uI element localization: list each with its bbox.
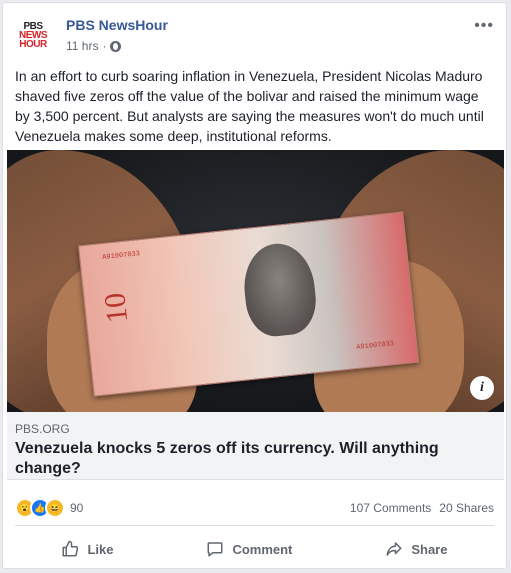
meta-separator: · — [102, 39, 107, 53]
more-options-icon[interactable]: ••• — [474, 17, 494, 35]
actions-divider — [15, 525, 494, 526]
post-timestamp[interactable]: 11 hrs — [66, 39, 98, 53]
comment-button[interactable]: Comment — [206, 540, 292, 558]
logo-line-3: HOUR — [19, 38, 47, 50]
bill-serial-top: A91007033 — [101, 250, 141, 262]
pbs-newshour-logo[interactable]: PBS NEWS HOUR — [13, 15, 53, 55]
share-label: Share — [411, 541, 448, 557]
shares-count-link[interactable]: 20 Shares — [439, 501, 494, 515]
comments-count-link[interactable]: 107 Comments — [350, 501, 431, 515]
share-button[interactable]: Share — [385, 540, 447, 558]
page-name-link[interactable]: PBS NewsHour — [66, 17, 168, 33]
reactions-summary[interactable]: 😮 👍 😆 90 — [15, 498, 83, 518]
comment-icon — [207, 542, 223, 557]
globe-icon — [110, 40, 122, 52]
thumbs-up-icon — [62, 540, 79, 557]
link-domain: PBS.ORG — [15, 422, 70, 436]
bill-denomination: 10 — [98, 291, 135, 325]
post-meta: 11 hrs · — [66, 39, 122, 53]
link-preview-image[interactable]: A91007033 10 A91007033 i — [7, 150, 504, 412]
engagement-counts: 107 Comments 20 Shares — [350, 501, 494, 515]
comment-label: Comment — [232, 541, 293, 557]
bill-portrait — [240, 240, 320, 340]
post-header: PBS NEWS HOUR PBS NewsHour 11 hrs · ••• — [3, 3, 506, 61]
post-actions-bar: Like Comment Share — [15, 531, 494, 567]
post-body-text: In an effort to curb soaring inflation i… — [15, 68, 484, 144]
like-button[interactable]: Like — [61, 540, 113, 558]
link-title[interactable]: Venezuela knocks 5 zeros off its currenc… — [15, 439, 485, 479]
reaction-count: 90 — [70, 501, 84, 515]
share-arrow-icon — [386, 542, 402, 556]
feed-post: PBS NEWS HOUR PBS NewsHour 11 hrs · ••• … — [2, 2, 507, 569]
info-icon[interactable]: i — [470, 376, 494, 400]
haha-reaction-icon: 😆 — [45, 498, 65, 518]
bill-serial-bottom: A91007033 — [355, 340, 395, 352]
link-preview[interactable]: PBS.ORG Venezuela knocks 5 zeros off its… — [7, 412, 504, 480]
like-label: Like — [87, 541, 114, 557]
